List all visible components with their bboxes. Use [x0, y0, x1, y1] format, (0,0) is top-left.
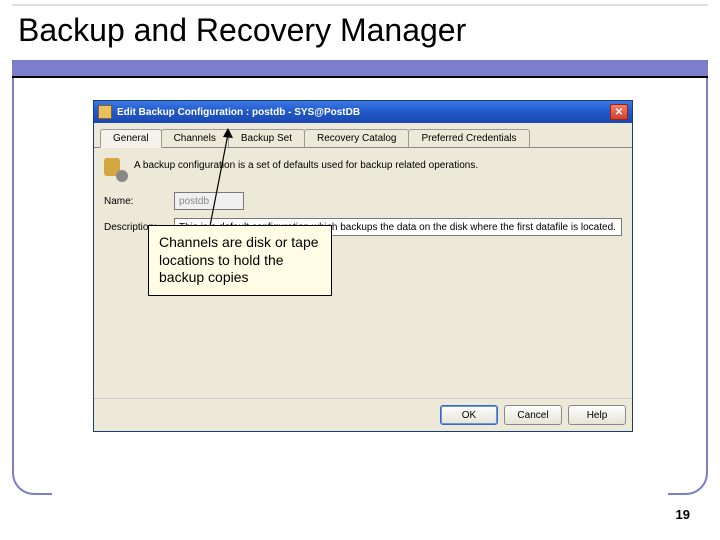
channels-callout: Channels are disk or tape locations to h… — [148, 225, 332, 296]
page-number: 19 — [676, 507, 690, 522]
tab-label: Preferred Credentials — [421, 133, 516, 144]
close-icon: ✕ — [615, 107, 623, 118]
window-icon — [98, 105, 112, 119]
cancel-button[interactable]: Cancel — [504, 405, 562, 425]
tab-label: Backup Set — [241, 133, 292, 144]
tab-label: Recovery Catalog — [317, 133, 396, 144]
tab-label: General — [113, 133, 149, 144]
callout-arrow — [200, 128, 240, 228]
database-config-icon — [104, 156, 126, 180]
close-button[interactable]: ✕ — [610, 104, 628, 120]
dialog-button-bar: OK Cancel Help — [94, 398, 632, 431]
window-title: Edit Backup Configuration : postdb - SYS… — [117, 107, 610, 118]
tab-general[interactable]: General — [100, 129, 162, 148]
tab-preferred-credentials[interactable]: Preferred Credentials — [408, 129, 529, 147]
dialog-titlebar: Edit Backup Configuration : postdb - SYS… — [94, 101, 632, 123]
tab-bar: General Channels Backup Set Recovery Cat… — [94, 123, 632, 148]
help-button[interactable]: Help — [568, 405, 626, 425]
tab-recovery-catalog[interactable]: Recovery Catalog — [304, 129, 409, 147]
name-label: Name: — [104, 196, 166, 207]
ok-button[interactable]: OK — [440, 405, 498, 425]
slide-title: Backup and Recovery Manager — [18, 12, 466, 49]
